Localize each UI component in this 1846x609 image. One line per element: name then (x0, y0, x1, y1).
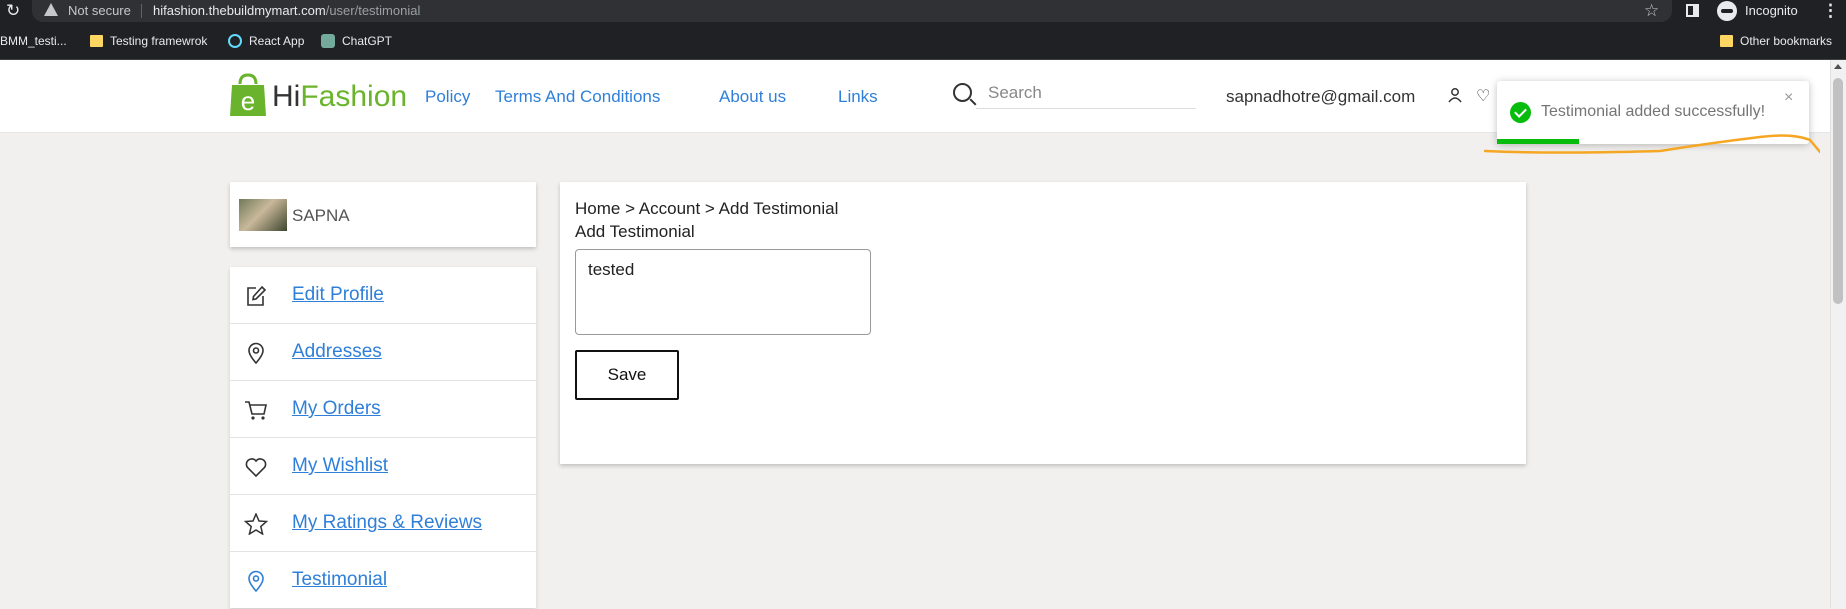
bookmark-star-icon[interactable]: ☆ (1644, 1, 1659, 21)
user-icon[interactable] (1448, 88, 1462, 103)
incognito-icon (1717, 1, 1737, 21)
location-pin-icon (248, 570, 264, 592)
account-menu: Edit Profile Addresses My Orders My Wish… (230, 267, 536, 608)
nav-links[interactable]: Links (838, 87, 878, 107)
breadcrumb: Home > Account > Add Testimonial (575, 199, 839, 218)
bookmark-bmm[interactable]: BMM_testi... (0, 34, 67, 48)
folder-icon (1720, 35, 1733, 47)
menu-item-edit-profile[interactable]: Edit Profile (230, 267, 536, 324)
logo-prefix: Hi (272, 80, 301, 113)
browser-menu-icon[interactable]: ⋮ (1822, 1, 1839, 21)
logo-text[interactable]: HiFashion (272, 80, 407, 114)
toast-message: Testimonial added successfully! (1541, 103, 1766, 120)
svg-text:e: e (241, 86, 255, 116)
bookmark-label: Other bookmarks (1740, 34, 1833, 48)
menu-item-wishlist[interactable]: My Wishlist (230, 438, 536, 495)
react-icon (228, 34, 242, 48)
warning-icon (44, 3, 58, 16)
menu-link-orders[interactable]: My Orders (292, 398, 381, 420)
menu-link-edit-profile[interactable]: Edit Profile (292, 284, 384, 306)
heart-icon (245, 458, 267, 478)
nav-about[interactable]: About us (719, 87, 786, 107)
bookmark-other[interactable]: Other bookmarks (1720, 34, 1832, 48)
star-icon (244, 513, 268, 535)
menu-item-addresses[interactable]: Addresses (230, 324, 536, 381)
url-text[interactable]: hifashion.thebuildmymart.com/user/testim… (153, 3, 420, 18)
side-panel-icon[interactable] (1686, 4, 1699, 17)
browser-toolbar: ↻ Not secure hifashion.thebuildmymart.co… (0, 0, 1846, 26)
menu-link-wishlist[interactable]: My Wishlist (292, 455, 388, 477)
menu-item-orders[interactable]: My Orders (230, 381, 536, 438)
bookmark-chatgpt[interactable]: ChatGPT (321, 34, 392, 48)
menu-item-testimonial[interactable]: Testimonial (230, 552, 536, 609)
page-scrollbar-thumb[interactable] (1833, 78, 1843, 304)
menu-link-addresses[interactable]: Addresses (292, 341, 382, 363)
security-label[interactable]: Not secure (68, 3, 131, 18)
url-host: hifashion.thebuildmymart.com (153, 3, 326, 18)
form-title: Add Testimonial (575, 222, 695, 241)
success-check-icon (1510, 102, 1531, 123)
bookmarks-bar: BMM_testi... Testing framewrok React App… (0, 26, 1846, 60)
bookmark-label: Testing framewrok (110, 34, 208, 48)
save-button[interactable]: Save (575, 350, 679, 400)
menu-link-testimonial[interactable]: Testimonial (292, 569, 387, 591)
menu-link-ratings[interactable]: My Ratings & Reviews (292, 512, 482, 534)
location-pin-icon (248, 342, 264, 364)
incognito-label: Incognito (1745, 3, 1798, 18)
chatgpt-icon (321, 34, 335, 48)
reload-icon[interactable]: ↻ (6, 2, 20, 20)
bookmark-testing[interactable]: Testing framewrok (90, 34, 207, 48)
bookmark-react-app[interactable]: React App (228, 34, 304, 48)
bookmark-label: BMM_testi... (0, 34, 67, 48)
edit-icon (247, 285, 267, 306)
logo-suffix: Fashion (300, 80, 408, 113)
nav-policy[interactable]: Policy (425, 87, 470, 107)
cart-icon (245, 401, 267, 420)
scroll-up-arrow-icon[interactable] (1834, 64, 1842, 69)
url-path: /user/testimonial (325, 3, 421, 18)
folder-icon (90, 35, 103, 47)
profile-card: SAPNA (230, 182, 536, 247)
bookmark-label: ChatGPT (342, 34, 393, 48)
testimonial-card: Home > Account > Add Testimonial Add Tes… (560, 182, 1526, 464)
wishlist-heart-icon[interactable]: ♡ (1476, 86, 1490, 106)
menu-item-ratings[interactable]: My Ratings & Reviews (230, 495, 536, 552)
search-icon[interactable] (953, 83, 972, 102)
close-icon[interactable]: × (1784, 89, 1793, 107)
address-separator (141, 4, 142, 18)
testimonial-textarea[interactable]: tested (575, 249, 871, 335)
bookmark-label: React App (249, 34, 305, 48)
user-email[interactable]: sapnadhotre@gmail.com (1226, 87, 1415, 107)
nav-terms[interactable]: Terms And Conditions (495, 87, 660, 107)
avatar (239, 199, 287, 231)
search-input[interactable] (976, 77, 1196, 109)
annotation-scribble (1483, 134, 1820, 154)
profile-name: SAPNA (292, 206, 350, 225)
logo-bag-icon[interactable]: e (229, 73, 267, 117)
